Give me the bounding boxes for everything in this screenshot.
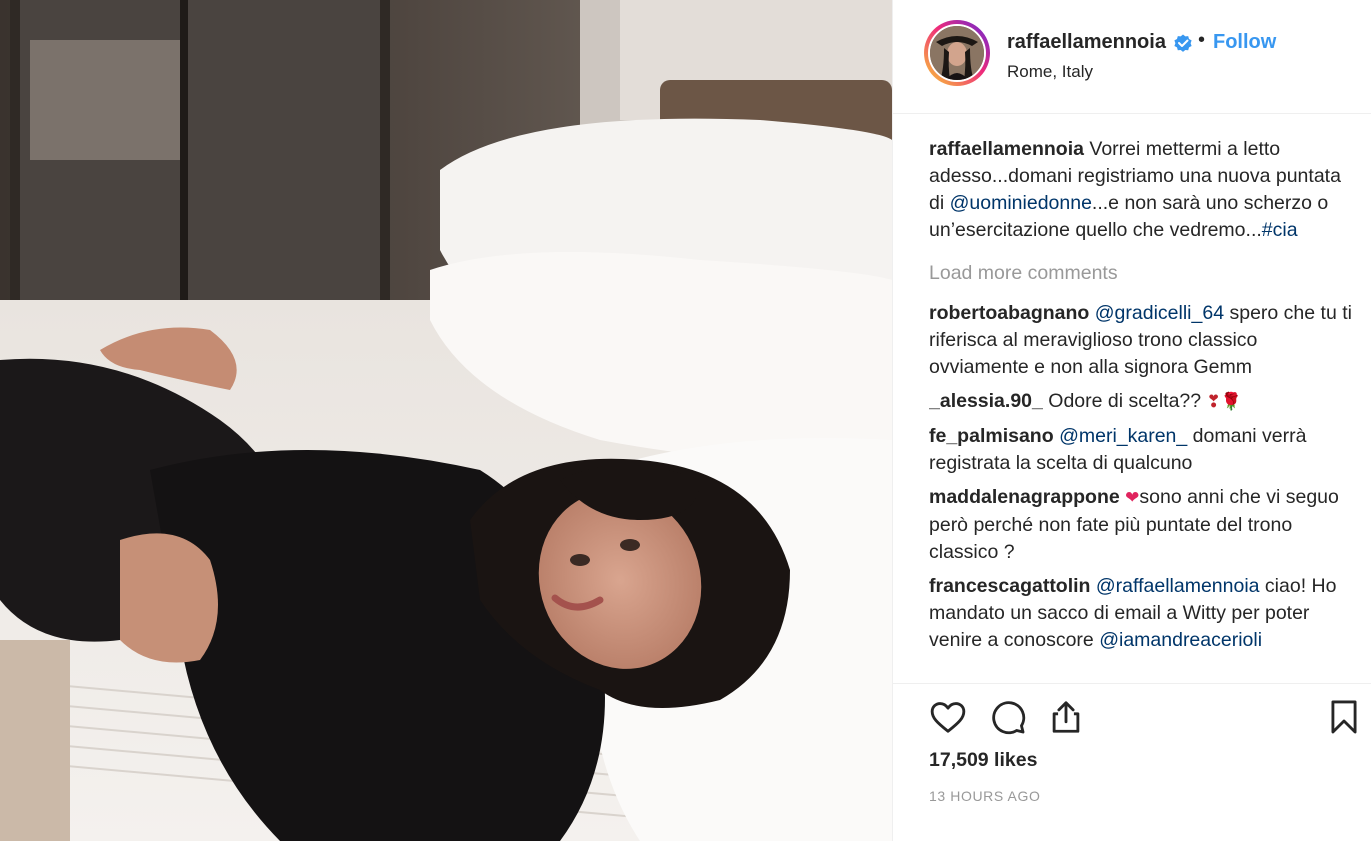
comment-username[interactable]: fe_palmisano (929, 425, 1054, 447)
comment-username[interactable]: robertoabagnano (929, 302, 1089, 324)
comment-bubble-icon[interactable] (989, 698, 1027, 736)
comment-mention[interactable]: @meri_karen_ (1059, 425, 1187, 447)
comment-emoji: ❣🌹 (1206, 392, 1242, 412)
verified-badge-icon (1174, 34, 1192, 52)
comment-mention[interactable]: @raffaellamennoia (1096, 575, 1260, 597)
list-item: fe_palmisano @meri_karen_ domani verrà r… (929, 423, 1359, 477)
caption-username[interactable]: raffaellamennoia (929, 138, 1084, 160)
post-author-username[interactable]: raffaellamennoia (1007, 31, 1166, 54)
comment-username[interactable]: maddalenagrappone (929, 486, 1120, 508)
share-icon[interactable] (1047, 698, 1085, 736)
comments-list[interactable]: raffaellamennoia Vorrei mettermi a letto… (929, 136, 1359, 684)
comment-mention[interactable]: @gradicelli_64 (1095, 302, 1224, 324)
caption-hashtag[interactable]: #cia (1262, 219, 1298, 241)
post-photo[interactable] (0, 0, 892, 841)
post-header: raffaellamennoia • Follow Rome, Italy (893, 0, 1371, 114)
post-timestamp[interactable]: 13 HOURS AGO (929, 788, 1040, 804)
bookmark-icon[interactable] (1325, 698, 1363, 736)
comment-username[interactable]: francescagattolin (929, 575, 1090, 597)
heart-icon[interactable] (929, 698, 967, 736)
separator-dot: • (1198, 29, 1206, 51)
post-photo-image (0, 0, 892, 841)
avatar[interactable] (928, 24, 986, 82)
comment-text: Odore di scelta?? (1042, 390, 1207, 412)
follow-button[interactable]: Follow (1213, 31, 1276, 54)
load-more-comments-button[interactable]: Load more comments (929, 260, 1359, 287)
likes-count[interactable]: 17,509 likes (929, 749, 1037, 772)
comment-username[interactable]: _alessia.90_ (929, 390, 1043, 412)
list-item: francescagattolin @raffaellamennoia ciao… (929, 573, 1359, 654)
avatar-story-ring[interactable] (924, 20, 990, 86)
caption-mention[interactable]: @uominiedonne (950, 192, 1092, 214)
post-caption: raffaellamennoia Vorrei mettermi a letto… (929, 136, 1359, 244)
action-bar (893, 683, 1371, 735)
avatar-image (930, 26, 984, 80)
list-item: _alessia.90_ Odore di scelta?? ❣🌹 (929, 388, 1359, 416)
post-sidebar: raffaellamennoia • Follow Rome, Italy ra… (892, 0, 1371, 841)
comment-emoji: ❤ (1125, 488, 1140, 508)
comment-mention-2[interactable]: @iamandreacerioli (1099, 629, 1262, 651)
list-item: maddalenagrappone ❤sono anni che vi segu… (929, 484, 1359, 566)
post-location[interactable]: Rome, Italy (1007, 62, 1093, 82)
list-item: robertoabagnano @gradicelli_64 spero che… (929, 300, 1359, 381)
